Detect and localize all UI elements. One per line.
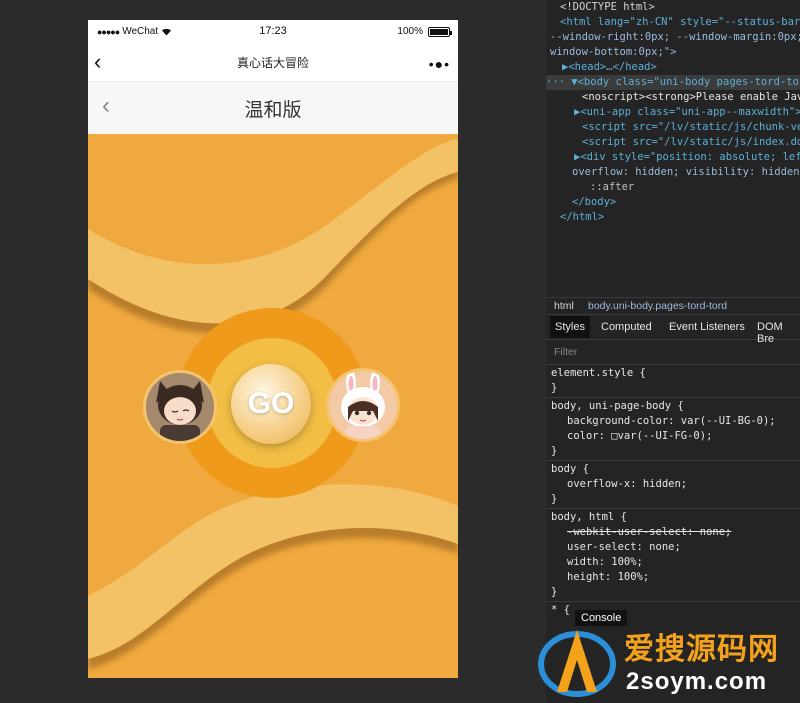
css-selector[interactable]: element.style { bbox=[551, 366, 646, 381]
css-property[interactable]: background-color: var(--UI-BG-0); bbox=[567, 414, 776, 429]
more-icon[interactable]: •●• bbox=[429, 56, 450, 72]
status-bar: ●●●●● WeChat 17:23 100% bbox=[88, 20, 458, 44]
dom-line[interactable]: </html> bbox=[560, 210, 604, 225]
dom-line[interactable]: --window-right:0px; --window-margin:0px;… bbox=[550, 30, 800, 45]
styles-filter-input[interactable]: Filter bbox=[554, 346, 577, 358]
css-brace: } bbox=[551, 382, 558, 394]
player-avatar-boy[interactable] bbox=[143, 370, 217, 444]
css-property[interactable]: color: □var(--UI-FG-0); bbox=[567, 429, 712, 444]
dom-line[interactable]: <!DOCTYPE html> bbox=[560, 0, 655, 15]
dom-line[interactable]: <script src="/lv/static/js/index.dd97 bbox=[582, 135, 800, 150]
dom-line[interactable]: ▶<uni-app class="uni-app--maxwidth">…< bbox=[574, 105, 800, 120]
battery-percent: 100% bbox=[397, 26, 423, 37]
phone-simulator: ●●●●● WeChat 17:23 100% ‹ 真心话大冒险 •●• ‹ 温… bbox=[88, 20, 458, 678]
watermark-text-cn: 爱搜源码网 bbox=[624, 633, 779, 666]
player-avatar-girl[interactable] bbox=[326, 368, 400, 442]
tab-event-listeners[interactable]: Event Listeners bbox=[669, 321, 745, 333]
css-brace: } bbox=[551, 586, 558, 598]
tab-computed[interactable]: Computed bbox=[601, 321, 652, 333]
css-property-overridden[interactable]: -webkit-user-select: none; bbox=[567, 525, 731, 540]
css-property[interactable]: overflow-x: hidden; bbox=[567, 477, 687, 492]
tab-dom-breakpoints[interactable]: DOM Bre bbox=[757, 321, 800, 345]
css-selector[interactable]: * { bbox=[551, 603, 570, 618]
css-selector[interactable]: body { bbox=[551, 462, 589, 477]
devtools-tabs: Styles Computed Event Listeners DOM Bre bbox=[546, 316, 800, 345]
css-property[interactable]: user-select: none; bbox=[567, 540, 681, 555]
devtools-panel: <!DOCTYPE html> <html lang="zh-CN" style… bbox=[546, 0, 800, 703]
dom-line[interactable]: ▶<div style="position: absolute; left: bbox=[574, 150, 800, 165]
css-property[interactable]: width: 100%; bbox=[567, 555, 643, 570]
crumb-html[interactable]: html bbox=[554, 300, 574, 312]
dom-line[interactable]: <noscript><strong>Please enable JavaS bbox=[582, 90, 800, 105]
dom-line[interactable]: window-bottom:0px;"> bbox=[550, 45, 676, 60]
divider bbox=[546, 364, 800, 365]
page-header: ‹ 温和版 bbox=[88, 82, 458, 134]
nav-title: 真心话大冒险 bbox=[236, 56, 309, 70]
game-stage: GO bbox=[88, 134, 458, 678]
watermark-text-domain: 2soym.com bbox=[626, 668, 768, 695]
css-property[interactable]: height: 100%; bbox=[567, 570, 649, 585]
go-button[interactable]: GO bbox=[231, 364, 311, 444]
boy-cartoon-image bbox=[146, 373, 214, 441]
dom-line[interactable]: </body> bbox=[572, 195, 616, 210]
page-title: 温和版 bbox=[244, 100, 302, 121]
dom-line-selected[interactable]: ··· ▼<body class="uni-body pages-tord-to… bbox=[546, 75, 800, 90]
girl-cartoon-image bbox=[329, 371, 397, 439]
dom-line[interactable]: <script src="/lv/static/js/chunk-vend bbox=[582, 120, 800, 135]
watermark: 爱搜源码网 2soym.com bbox=[528, 618, 800, 703]
dom-line[interactable]: overflow: hidden; visibility: hidden;"> bbox=[572, 165, 800, 180]
dom-line[interactable]: ▶<head>…</head> bbox=[562, 60, 657, 75]
dom-line[interactable]: <html lang="zh-CN" style="--status-bar-h… bbox=[560, 15, 800, 30]
css-brace: } bbox=[551, 493, 558, 505]
crumb-body[interactable]: body.uni-body.pages-tord-tord bbox=[588, 300, 727, 312]
watermark-logo-icon bbox=[538, 630, 616, 697]
dom-line[interactable]: ::after bbox=[590, 180, 634, 195]
battery-icon bbox=[428, 26, 452, 37]
go-label: GO bbox=[247, 387, 295, 420]
wechat-nav-bar: ‹ 真心话大冒险 •●• bbox=[88, 44, 458, 82]
dom-breadcrumb: html body.uni-body.pages-tord-tord bbox=[546, 297, 800, 315]
css-selector[interactable]: body, uni-page-body { bbox=[551, 399, 684, 414]
css-brace: } bbox=[551, 445, 558, 457]
css-selector[interactable]: body, html { bbox=[551, 510, 627, 525]
tab-styles[interactable]: Styles bbox=[550, 316, 590, 338]
